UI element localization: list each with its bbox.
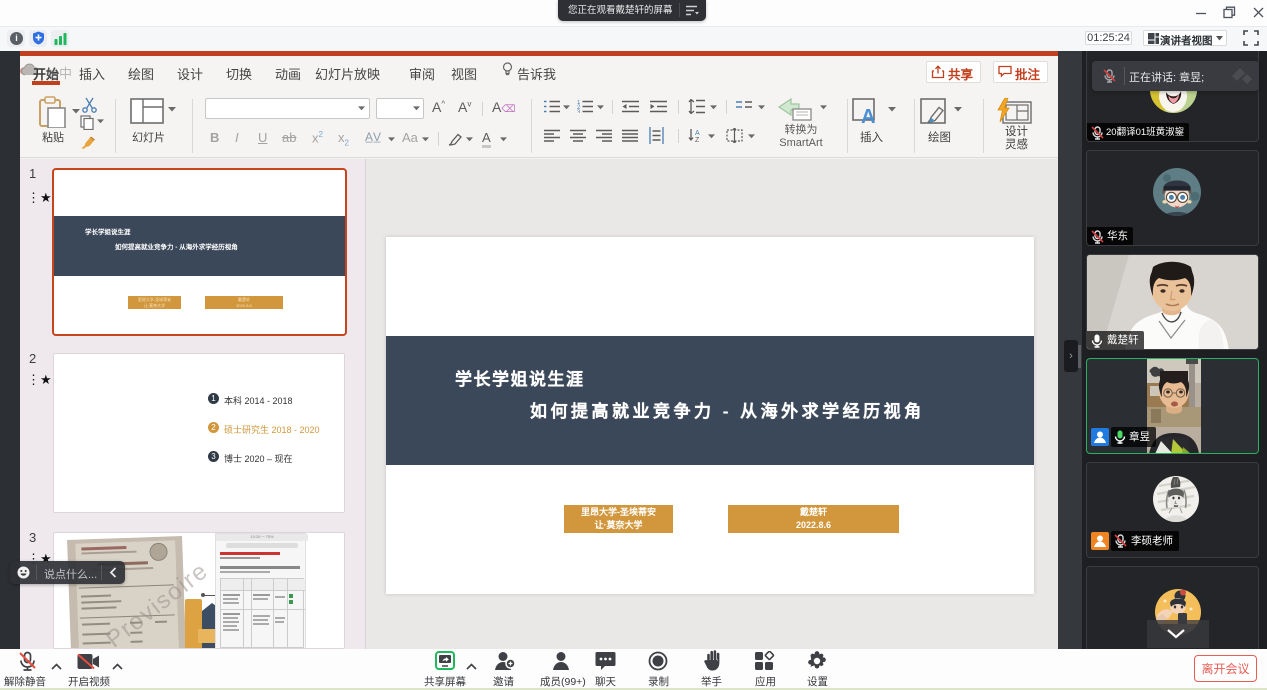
svg-text:A: A bbox=[695, 130, 700, 137]
svg-text:A: A bbox=[861, 106, 875, 124]
svg-text:3: 3 bbox=[577, 110, 581, 113]
svg-text:Z: Z bbox=[695, 137, 700, 143]
